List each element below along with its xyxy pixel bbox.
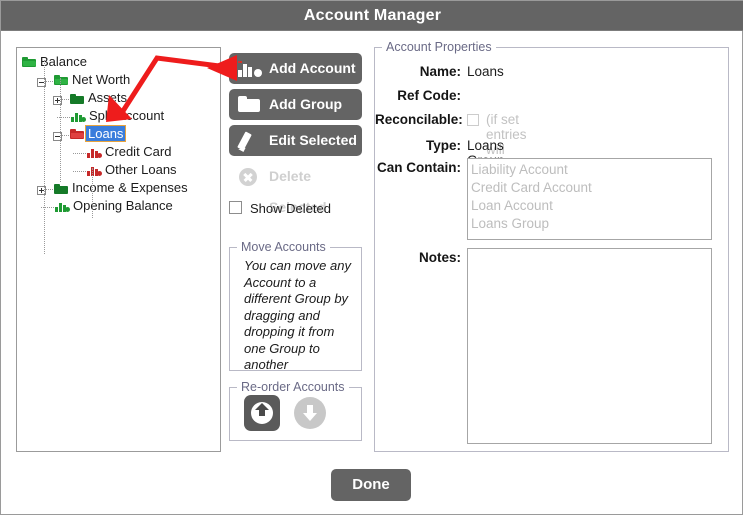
done-button[interactable]: Done xyxy=(331,469,411,501)
add-account-label: Add Account xyxy=(269,60,356,76)
move-up-button[interactable] xyxy=(244,395,280,431)
can-contain-option: Loans Group xyxy=(471,216,550,231)
tree-item[interactable]: Income & Expenses xyxy=(17,180,220,198)
edit-selected-label: Edit Selected xyxy=(269,132,357,148)
folder-open-icon xyxy=(70,128,85,141)
tree-item-label: Credit Card xyxy=(105,144,172,159)
action-button-column: Add Account Add Group Edit Selected Dele… xyxy=(229,53,362,218)
can-contain-option: Liability Account xyxy=(471,162,568,177)
tree-item-label: Loans xyxy=(84,125,127,142)
folder-closed-icon xyxy=(70,93,85,105)
folder-closed-icon xyxy=(54,183,69,195)
folder-open-icon xyxy=(54,74,69,87)
tree-item-label: Other Loans xyxy=(105,162,177,177)
tree-guide-line xyxy=(44,60,45,254)
move-down-button xyxy=(294,397,326,429)
account-tree[interactable]: Balance Net Worth Assets Split Account Loans… xyxy=(17,48,220,254)
account-icon xyxy=(87,165,102,177)
account-tree-panel[interactable]: Balance Net Worth Assets Split Account Loans… xyxy=(16,47,221,452)
name-label: Name: xyxy=(419,64,461,79)
account-icon xyxy=(55,201,70,213)
notes-label: Notes: xyxy=(418,250,461,265)
tree-item[interactable]: Net Worth xyxy=(17,72,220,90)
show-deleted-checkbox[interactable] xyxy=(229,201,242,214)
edit-selected-button[interactable]: Edit Selected xyxy=(229,125,362,156)
show-deleted-row[interactable]: Show Deleted xyxy=(229,200,362,218)
show-deleted-label: Show Deleted xyxy=(250,201,331,216)
move-accounts-group: Move Accounts You can move any Account t… xyxy=(229,240,362,372)
tree-item-label: Net Worth xyxy=(72,72,131,87)
account-icon xyxy=(71,111,86,123)
move-accounts-legend: Move Accounts xyxy=(237,240,330,254)
tree-item[interactable]: Assets xyxy=(17,90,220,108)
add-group-button[interactable]: Add Group xyxy=(229,89,362,120)
tree-item-label: Assets xyxy=(88,90,128,105)
notes-textarea[interactable] xyxy=(467,248,712,444)
account-manager-dialog: Account Manager Balance Net Worth Assets Sp… xyxy=(0,0,743,515)
tree-item-label: Split Account xyxy=(89,108,165,123)
tree-item[interactable]: Split Account xyxy=(17,108,220,126)
name-value[interactable]: Loans xyxy=(467,64,504,79)
move-accounts-help-text: You can move any Account to a different … xyxy=(244,258,351,372)
type-label: Type: xyxy=(425,138,461,153)
tree-item[interactable]: Other Loans xyxy=(17,162,220,180)
tree-item-label: Balance xyxy=(40,54,87,69)
can-contain-option: Loan Account xyxy=(471,198,553,213)
tree-item-label: Income & Expenses xyxy=(72,180,188,195)
tree-item[interactable]: Opening Balance xyxy=(17,198,220,216)
can-contain-option: Credit Card Account xyxy=(471,180,592,195)
tree-item[interactable]: Loans xyxy=(17,125,220,144)
account-icon xyxy=(87,147,102,159)
folder-icon xyxy=(238,95,262,114)
reorder-accounts-legend: Re-order Accounts xyxy=(237,380,349,394)
reconcilable-label: Reconcilable: xyxy=(375,112,463,127)
delete-selected-button: Delete Selected xyxy=(229,161,362,215)
add-group-label: Add Group xyxy=(269,96,343,112)
ref-code-label: Ref Code: xyxy=(397,88,461,103)
window-titlebar: Account Manager xyxy=(1,1,743,31)
pencil-icon xyxy=(237,131,262,150)
can-contain-list: Liability Account Credit Card Account Loan… xyxy=(467,158,712,240)
reconcilable-checkbox xyxy=(467,114,479,126)
account-properties-group: Account Properties Name: Loans Ref Code:… xyxy=(374,40,729,452)
tree-guide-line xyxy=(92,168,93,218)
circle-x-icon xyxy=(238,167,262,186)
can-contain-label: Can Contain: xyxy=(377,160,461,175)
reorder-accounts-group: Re-order Accounts xyxy=(229,380,362,441)
arrow-down-icon xyxy=(303,413,317,421)
folder-open-icon xyxy=(22,56,37,69)
account-bars-icon xyxy=(238,59,262,78)
add-account-button[interactable]: Add Account xyxy=(229,53,362,84)
tree-item[interactable]: Balance xyxy=(17,54,220,72)
page-title: Account Manager xyxy=(303,7,442,24)
tree-item[interactable]: Credit Card xyxy=(17,144,220,162)
tree-guide-line xyxy=(60,78,61,182)
account-properties-legend: Account Properties xyxy=(382,40,496,54)
tree-item-label: Opening Balance xyxy=(73,198,173,213)
